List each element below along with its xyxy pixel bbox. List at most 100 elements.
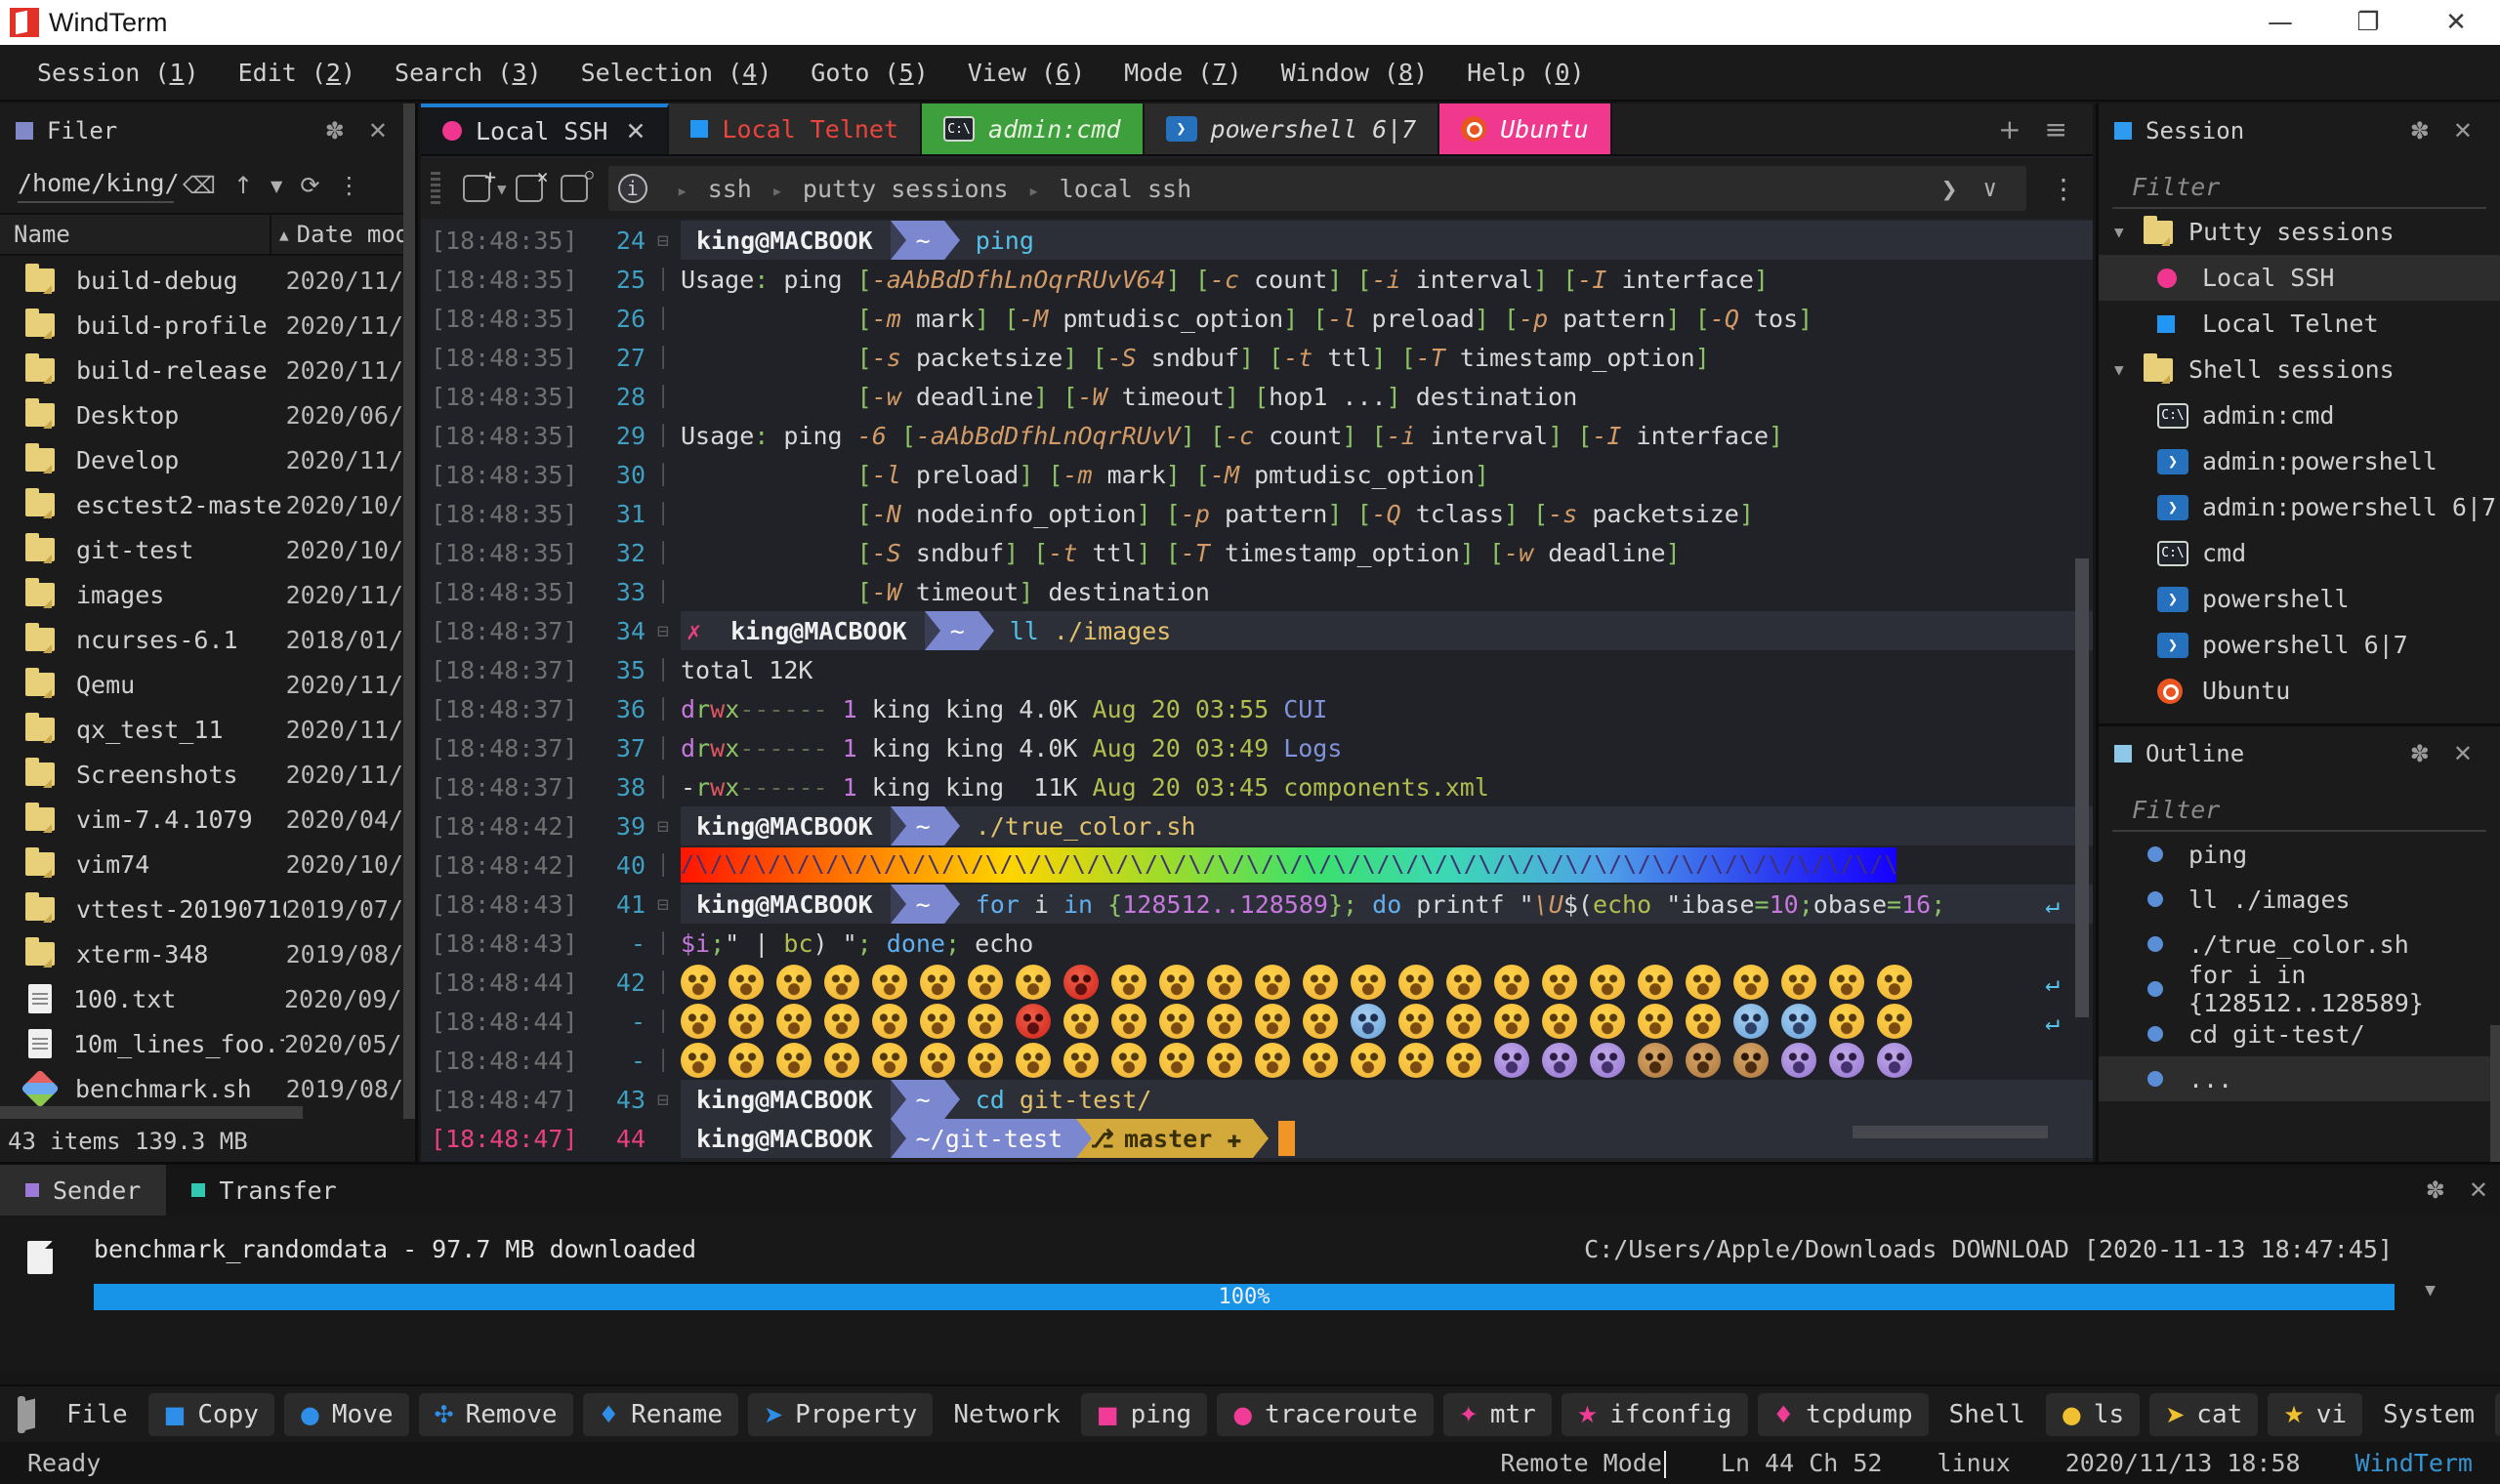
- tab-local-telnet[interactable]: Local Telnet: [669, 103, 923, 154]
- fold-marker-icon[interactable]: ⊟: [646, 814, 681, 838]
- toolbar-button-tcpdump[interactable]: ♦ tcpdump: [1757, 1392, 1929, 1436]
- filer-vertical-scrollbar[interactable]: [403, 103, 415, 1119]
- menu-item-search[interactable]: Search (3): [375, 59, 562, 87]
- terminal-line[interactable]: $i; " | bc) "; done; echo: [681, 924, 2093, 963]
- session-tree-item-powershell-6-7[interactable]: ❯ powershell 6|7: [2099, 622, 2500, 668]
- terminal-screen[interactable]: [18:48:35] 24 ⊟ king@MACBOOK ~ ping [18:48:35]…: [421, 221, 2093, 1162]
- gutter-line-number[interactable]: 37: [595, 734, 646, 763]
- file-row[interactable]: vim-7.4.1079 2020/04/: [0, 797, 403, 842]
- terminal-line[interactable]: - r w x ------ 1 king king 11K Aug 20 03:45 …: [681, 767, 2093, 806]
- fold-marker-icon[interactable]: ⊟: [646, 619, 681, 642]
- menu-item-selection[interactable]: Selection (4): [562, 59, 792, 87]
- gutter-line-number[interactable]: 40: [595, 851, 646, 880]
- terminal-line[interactable]: d r w x ------ 1 king king 4.0K Aug 20 03:49…: [681, 728, 2093, 767]
- menu-item-edit[interactable]: Edit (2): [219, 59, 375, 87]
- new-session-icon[interactable]: [463, 165, 496, 202]
- gutter-line-number[interactable]: 35: [595, 656, 646, 684]
- toolbar-button-traceroute[interactable]: ● traceroute: [1217, 1392, 1434, 1436]
- file-manager-icon[interactable]: [18, 1395, 25, 1433]
- gutter-line-number[interactable]: 34: [595, 617, 646, 645]
- terminal-horizontal-scrollbar[interactable]: [1853, 1126, 2048, 1138]
- file-row[interactable]: qx_test_11 2020/11/: [0, 707, 403, 752]
- file-row[interactable]: esctest2-master 2020/10/: [0, 482, 403, 527]
- terminal-line[interactable]: king@MACBOOK ~/git-test ⎇ master ✚: [681, 1119, 2093, 1158]
- session-filter-input[interactable]: Filter: [2112, 158, 2486, 209]
- gutter-line-number[interactable]: 44: [595, 1125, 646, 1153]
- terminal-line[interactable]: ↵: [681, 1002, 2093, 1041]
- file-row[interactable]: build-release 2020/11/: [0, 348, 403, 392]
- refresh-icon[interactable]: ⟳: [291, 172, 328, 199]
- session-tree-item-shell-sessions[interactable]: ▼ Shell sessions: [2099, 347, 2500, 392]
- menu-item-help[interactable]: Help (0): [1447, 59, 1604, 87]
- new-tab-plus-icon[interactable]: +: [1986, 113, 2032, 145]
- outline-settings-gear-icon[interactable]: ✽: [2398, 740, 2441, 767]
- drag-handle-icon[interactable]: [431, 172, 440, 205]
- terminal-line[interactable]: [-m mark] [-M pmtudisc_option] [-l prelo…: [681, 299, 2093, 338]
- terminal-vertical-scrollbar[interactable]: [2075, 558, 2089, 1017]
- path-dropdown-icon[interactable]: ▼: [262, 177, 291, 195]
- sender-close-icon[interactable]: ✕: [2457, 1176, 2500, 1204]
- session-settings-gear-icon[interactable]: ✽: [2398, 117, 2441, 144]
- close-button[interactable]: ✕: [2412, 0, 2500, 45]
- terminal-line[interactable]: [-N nodeinfo_option] [-p pattern] [-Q tc…: [681, 494, 2093, 533]
- session-tree-item-admin-cmd[interactable]: C:\ admin:cmd: [2099, 392, 2500, 438]
- file-row[interactable]: 100.txt 2020/09/: [0, 976, 403, 1021]
- new-session-dropdown-icon[interactable]: ▼: [497, 180, 507, 198]
- terminal-line[interactable]: [681, 1041, 2093, 1080]
- file-row[interactable]: vttest-20190710 2019/07/: [0, 886, 403, 931]
- toolbar-button-property[interactable]: ➤ Property: [747, 1392, 934, 1436]
- toolbar-button-mtr[interactable]: ✦ mtr: [1442, 1392, 1552, 1436]
- menu-item-goto[interactable]: Goto (5): [791, 59, 947, 87]
- terminal-line[interactable]: Usage: ping -6 [-aAbBdDfhLnOqrRUvV] [-c …: [681, 416, 2093, 455]
- toolbar-button-remove[interactable]: ✣ Remove: [418, 1392, 573, 1436]
- file-row[interactable]: git-test 2020/10/: [0, 527, 403, 572]
- filer-settings-gear-icon[interactable]: ✽: [313, 117, 356, 144]
- terminal-line[interactable]: /\/\/\/\/\/\/\/\/\/\/\/\/\/\/\/\/\/\/\/\…: [681, 845, 2093, 885]
- status-mode[interactable]: Remote Mode: [1500, 1449, 1666, 1478]
- gutter-line-number[interactable]: -: [595, 929, 646, 958]
- filer-menu-kebab-icon[interactable]: ⋮: [328, 172, 369, 199]
- menu-item-mode[interactable]: Mode (7): [1104, 59, 1261, 87]
- fold-marker-icon[interactable]: ⊟: [646, 228, 681, 252]
- tab-ubuntu[interactable]: Ubuntu: [1439, 103, 1612, 154]
- run-chevron-icon[interactable]: ❯: [1941, 173, 1958, 205]
- terminal-line[interactable]: d r w x ------ 1 king king 4.0K Aug 20 03:55…: [681, 689, 2093, 728]
- session-tree-item-local-ssh[interactable]: Local SSH: [2099, 255, 2500, 301]
- menu-item-view[interactable]: View (6): [948, 59, 1104, 87]
- file-row[interactable]: Screenshots 2020/11/: [0, 752, 403, 797]
- session-tree-item-cmd[interactable]: C:\ cmd: [2099, 530, 2500, 576]
- expand-arrow-icon[interactable]: ▼: [2114, 223, 2144, 241]
- gutter-line-number[interactable]: 31: [595, 500, 646, 528]
- file-row[interactable]: benchmark.sh 2019/08/: [0, 1066, 403, 1111]
- gutter-line-number[interactable]: 28: [595, 383, 646, 411]
- session-tree-item-local-telnet[interactable]: Local Telnet: [2099, 301, 2500, 347]
- outline-filter-input[interactable]: Filter: [2112, 781, 2486, 832]
- tab-local-ssh[interactable]: Local SSH ✕: [421, 103, 670, 154]
- terminal-line[interactable]: ↵: [681, 963, 2093, 1002]
- toolbar-button-ping[interactable]: ■ ping: [1080, 1392, 1208, 1436]
- filer-horizontal-scrollbar[interactable]: [0, 1106, 303, 1119]
- tab-admin-cmd[interactable]: C:\ admin:cmd: [922, 103, 1145, 154]
- file-row[interactable]: Develop 2020/11/: [0, 437, 403, 482]
- session-tree-item-putty-sessions[interactable]: ▼ Putty sessions: [2099, 209, 2500, 255]
- fold-marker-icon[interactable]: ⊟: [646, 892, 681, 916]
- right-panel-scrollbar[interactable]: [2490, 1025, 2500, 1162]
- menu-item-session[interactable]: Session (1): [18, 59, 219, 87]
- toolbar-button-ifconfig[interactable]: ★ ifconfig: [1561, 1392, 1748, 1436]
- outline-item[interactable]: ...: [2099, 1056, 2500, 1101]
- gutter-line-number[interactable]: 25: [595, 266, 646, 294]
- gutter-line-number[interactable]: -: [595, 1047, 646, 1075]
- info-icon[interactable]: i: [617, 174, 647, 203]
- terminal-line[interactable]: Usage: ping [-aAbBdDfhLnOqrRUvV64] [-c c…: [681, 260, 2093, 299]
- gutter-line-number[interactable]: 42: [595, 969, 646, 997]
- file-row[interactable]: images 2020/11/: [0, 572, 403, 617]
- session-tree-item-ubuntu[interactable]: Ubuntu: [2099, 668, 2500, 714]
- gutter-line-number[interactable]: -: [595, 1008, 646, 1036]
- breadcrumb-item[interactable]: ssh: [708, 175, 752, 203]
- terminal-line[interactable]: [-S sndbuf] [-t ttl] [-T timestamp_optio…: [681, 533, 2093, 572]
- breadcrumb-item[interactable]: putty sessions: [803, 175, 1009, 203]
- terminal-menu-kebab-icon[interactable]: ⋮: [2050, 173, 2077, 205]
- backspace-icon[interactable]: ⌫: [174, 172, 225, 199]
- sender-settings-gear-icon[interactable]: ✽: [2414, 1176, 2457, 1204]
- session-tree-item-admin-powershell[interactable]: ❯ admin:powershell: [2099, 438, 2500, 484]
